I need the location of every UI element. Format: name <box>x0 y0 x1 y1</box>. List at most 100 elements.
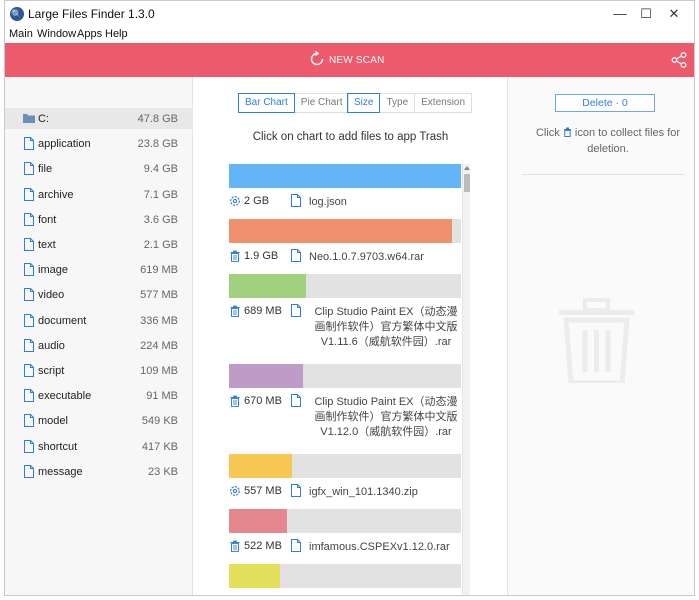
file-name-label: log.json <box>309 196 347 208</box>
file-size-bar-fill[interactable] <box>229 219 452 243</box>
app-window: 🔍 Large Files Finder 1.3.0 — ☐ ✕ Main Wi… <box>4 0 695 596</box>
file-size-bar-fill[interactable] <box>229 454 292 478</box>
tab-size[interactable]: Size <box>347 93 381 113</box>
trash-icon[interactable] <box>229 540 241 552</box>
file-icon <box>291 304 301 317</box>
sidebar-item-video[interactable]: video 577 MB <box>5 284 193 305</box>
title-bar: 🔍 Large Files Finder 1.3.0 — ☐ ✕ <box>5 1 694 27</box>
sidebar-item-size: 619 MB <box>140 264 178 277</box>
sidebar-item-document[interactable]: document 336 MB <box>5 310 193 331</box>
file-icon <box>24 464 34 478</box>
tab-pie-chart[interactable]: Pie Chart <box>295 94 349 112</box>
tab-type[interactable]: Type <box>380 94 416 112</box>
file-icon <box>24 162 34 176</box>
chart-panel: Bar Chart Pie Chart Size Type Extension … <box>194 77 507 595</box>
file-icon <box>291 194 301 207</box>
empty-trash-icon <box>559 298 634 383</box>
trash-icon <box>563 127 571 137</box>
sidebar-item-application[interactable]: application 23.8 GB <box>5 133 193 154</box>
sidebar-item-label: shortcut <box>38 440 78 453</box>
menu-help[interactable]: Help <box>105 28 128 40</box>
refresh-icon[interactable] <box>309 51 325 67</box>
sidebar-item-size: 417 KB <box>141 440 178 453</box>
divider <box>522 174 684 175</box>
file-size-bar-fill[interactable] <box>229 564 280 588</box>
sidebar-item-label: script <box>38 365 65 377</box>
toolbar: NEW SCAN <box>5 43 694 77</box>
sidebar-item-c[interactable]: C: 47.8 GB <box>5 108 193 129</box>
sidebar-item-image[interactable]: image 619 MB <box>5 259 193 280</box>
sidebar-item-label: image <box>38 264 68 277</box>
file-size-bar[interactable] <box>229 274 461 298</box>
sidebar-item-file[interactable]: file 9.4 GB <box>5 158 193 179</box>
tab-bar-chart[interactable]: Bar Chart <box>238 93 295 113</box>
group-by-switch: Size Type Extension <box>347 93 473 113</box>
sidebar-item-model[interactable]: model 549 KB <box>5 410 193 431</box>
sidebar-item-size: 577 MB <box>140 289 178 302</box>
file-icon <box>24 212 34 226</box>
file-size-bar[interactable] <box>229 219 461 243</box>
sidebar-item-archive[interactable]: archive 7.1 GB <box>5 184 193 205</box>
tab-extension[interactable]: Extension <box>415 94 471 112</box>
file-size-bar[interactable] <box>229 509 461 533</box>
collect-hint: Click icon to collect files for deletion… <box>534 125 682 157</box>
menu-apps[interactable]: Apps <box>77 28 102 40</box>
file-size-label: 2 GB <box>244 195 270 207</box>
file-size-bar-fill[interactable] <box>229 164 461 188</box>
minimize-button[interactable]: — <box>606 4 634 24</box>
file-size-bar-fill[interactable] <box>229 274 306 298</box>
maximize-button[interactable]: ☐ <box>632 4 660 24</box>
scroll-up-arrow-icon[interactable] <box>464 166 470 170</box>
sidebar-item-label: model <box>38 415 68 428</box>
file-size-bar[interactable] <box>229 364 461 388</box>
sidebar-item-label: file <box>38 163 53 176</box>
sidebar-item-label: text <box>38 239 56 251</box>
trash-icon[interactable] <box>229 395 241 407</box>
file-size-bar-fill[interactable] <box>229 509 287 533</box>
sidebar-item-size: 9.4 GB <box>143 163 178 176</box>
menu-window[interactable]: Window <box>37 28 76 40</box>
trash-icon[interactable] <box>229 250 241 262</box>
file-name-label: imfamous.CSPEXv1.12.0.rar <box>309 541 450 553</box>
sidebar-item-audio[interactable]: audio 224 MB <box>5 335 193 356</box>
sidebar-item-text[interactable]: text 2.1 GB <box>5 234 193 255</box>
sidebar-item-shortcut[interactable]: shortcut 417 KB <box>5 436 193 457</box>
file-name-label: igfx_win_101.1340.zip <box>309 486 418 498</box>
gear-icon[interactable] <box>229 485 241 497</box>
file-name-label: Neo.1.0.7.9703.w64.rar <box>309 251 424 263</box>
file-size-bar[interactable] <box>229 164 461 188</box>
sidebar-item-size: 7.1 GB <box>143 188 178 201</box>
file-size-label: 557 MB <box>244 485 282 497</box>
file-icon <box>291 249 301 262</box>
file-icon <box>291 394 301 407</box>
file-icon <box>291 484 301 497</box>
sidebar-item-executable[interactable]: executable 91 MB <box>5 385 193 406</box>
file-size-bar-fill[interactable] <box>229 364 303 388</box>
file-icon <box>24 389 34 403</box>
gear-icon[interactable] <box>229 195 241 207</box>
file-size-label: 1.9 GB <box>244 250 279 262</box>
file-size-label: 689 MB <box>244 305 282 317</box>
file-icon <box>24 313 34 327</box>
trash-icon[interactable] <box>229 305 241 317</box>
list-scrollbar[interactable] <box>462 164 470 595</box>
share-icon[interactable] <box>670 51 688 69</box>
file-size-bar[interactable] <box>229 454 461 478</box>
sidebar-item-label: document <box>38 314 87 327</box>
sidebar-item-font[interactable]: font 3.6 GB <box>5 209 193 230</box>
file-name-label: Clip Studio Paint EX（动态漫画制作软件）官方繁体中文版V1.… <box>314 306 458 348</box>
sidebar-item-message[interactable]: message 23 KB <box>5 461 193 482</box>
file-size-label: 670 MB <box>244 395 282 407</box>
scroll-thumb[interactable] <box>464 174 470 192</box>
file-size-bar[interactable] <box>229 564 461 588</box>
delete-button[interactable]: Delete · 0 <box>555 94 655 112</box>
sidebar-item-size: 109 MB <box>140 365 178 377</box>
close-button[interactable]: ✕ <box>660 4 688 24</box>
sidebar-item-script[interactable]: script 109 MB <box>5 360 193 381</box>
sidebar-item-size: 549 KB <box>141 415 178 428</box>
menu-main[interactable]: Main <box>9 28 33 40</box>
collect-hint-end: icon to collect files for deletion. <box>574 127 681 155</box>
new-scan-button[interactable]: NEW SCAN <box>329 55 385 66</box>
collect-hint-start: Click <box>535 127 560 139</box>
sidebar-item-size: 23.8 GB <box>137 138 178 151</box>
